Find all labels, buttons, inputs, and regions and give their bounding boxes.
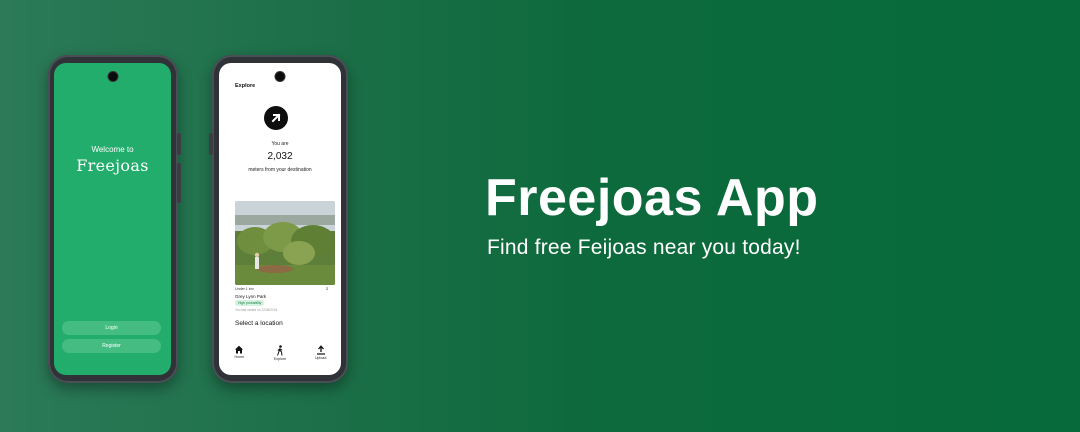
phone-volume-button: [177, 163, 181, 203]
home-icon: [235, 345, 244, 354]
brand-logo-text: Freejoas: [76, 156, 149, 175]
nav-item-explore[interactable]: Explore: [265, 345, 295, 361]
upload-icon: [316, 345, 325, 355]
location-photo[interactable]: [235, 201, 335, 285]
park-photo-illustration: [235, 201, 335, 285]
welcome-label: Welcome to: [91, 145, 134, 154]
distance-value: 2,032: [267, 151, 293, 162]
location-name[interactable]: Grey Lynn Park: [235, 294, 266, 299]
page-title: Explore: [235, 83, 256, 89]
banner-subtitle: Find free Feijoas near you today!: [487, 236, 801, 259]
register-button[interactable]: Register: [62, 339, 161, 353]
nav-item-upload[interactable]: Upload: [306, 345, 336, 360]
you-are-label: You are: [271, 141, 289, 147]
bottom-navigation: Home Explore Upload: [219, 341, 341, 375]
nav-label-explore: Explore: [273, 357, 287, 361]
welcome-phone-mockup: Welcome to Freejoas Login Register: [48, 55, 181, 383]
phone-side-button: [177, 133, 181, 155]
front-camera: [275, 72, 285, 81]
nav-label-upload: Upload: [314, 356, 327, 360]
last-visited-text: You last visited on 22/06/2024: [235, 308, 278, 312]
nav-item-home[interactable]: Home: [224, 345, 254, 359]
probability-badge: High probability: [235, 300, 265, 306]
phone-side-button: [209, 133, 213, 155]
welcome-screen: Welcome to Freejoas Login Register: [54, 63, 171, 375]
front-camera: [108, 72, 117, 81]
walking-person-icon: [277, 345, 283, 356]
promo-banner: { "banner": { "title": "Freejoas App", "…: [0, 0, 1080, 432]
explore-phone-mockup: Explore You are 2,032 meters from your d…: [209, 55, 348, 383]
nav-label-home: Home: [234, 355, 245, 359]
location-count: 2: [326, 286, 329, 291]
arrow-up-right-icon: [264, 106, 288, 130]
distance-caption: meters from your destination: [248, 167, 312, 173]
select-location-heading: Select a location: [235, 320, 283, 327]
explore-screen: Explore You are 2,032 meters from your d…: [219, 63, 341, 375]
login-button[interactable]: Login: [62, 321, 161, 335]
banner-title: Freejoas App: [485, 169, 819, 227]
location-distance: Under 1 km: [235, 287, 254, 291]
